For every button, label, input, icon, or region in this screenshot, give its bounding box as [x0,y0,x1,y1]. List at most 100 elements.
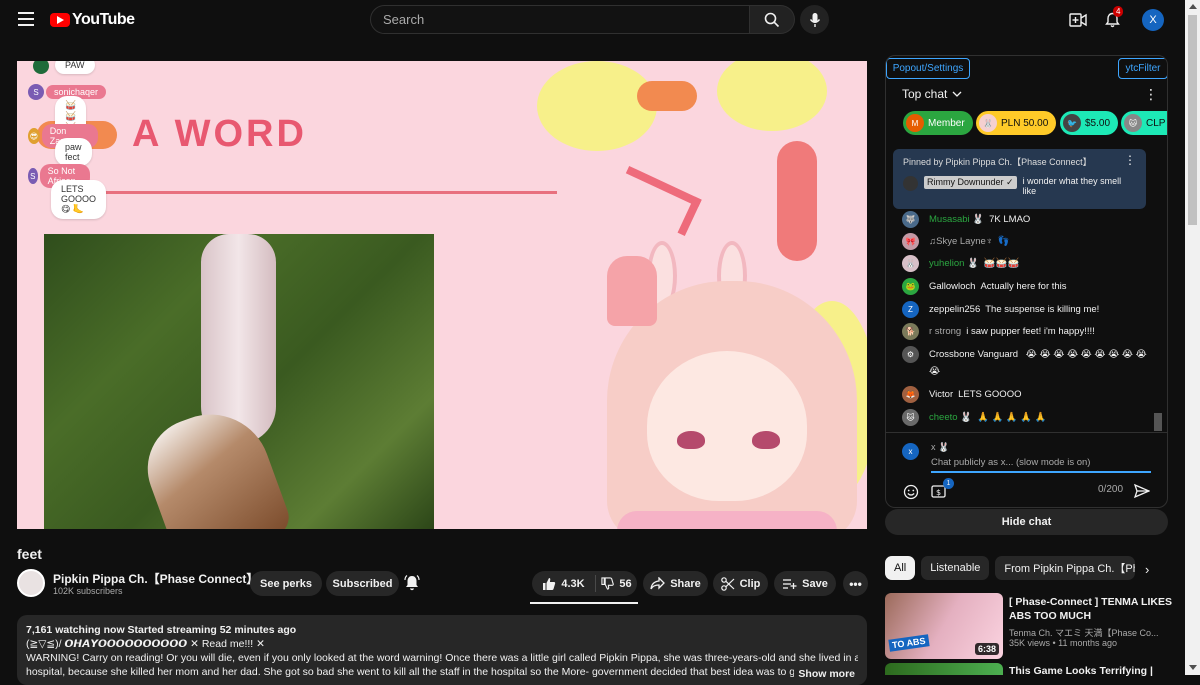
send-icon [1133,483,1151,499]
ticker-label: $5.00 [1085,117,1111,129]
thumbnail-text: TO ABS [888,634,930,652]
overlay-message: LETS GOOOO 😋 🦶 [51,180,106,219]
chat-message[interactable]: 🐸 Gallowloch Actually here for this [902,278,1152,295]
top-bar: YouTube Search 4 X [0,0,1185,40]
search-input[interactable]: Search [370,5,750,34]
channel-name[interactable]: Pipkin Pippa Ch.【Phase Connect】 [53,570,258,587]
dislike-button[interactable]: 56 [596,577,637,590]
chip-listenable[interactable]: Listenable [921,556,990,580]
chat-mode-label: Top chat [902,87,948,101]
ticker-item[interactable]: 🐰 PLN 50.00 [976,111,1057,135]
youtube-play-icon [50,13,70,27]
pinned-label: Pinned by Pipkin Pippa Ch.【Phase Connect… [903,157,1092,167]
pinned-avatar [903,176,918,191]
chat-avatar: Z [902,301,919,318]
subscriber-count: 102K subscribers [53,586,123,596]
video-thumbnail[interactable] [885,663,1003,675]
ticker-item[interactable]: 🐦 $5.00 [1060,111,1119,135]
chat-username: Crossbone Vanguard [929,349,1019,360]
video-title: [ Phase-Connect ] TENMA LIKES ABS TOO MU… [1009,596,1172,622]
ticker-item[interactable]: M Member [903,111,973,135]
ticker-item[interactable]: 🐱 CLP 2 [1121,111,1167,135]
pinned-message[interactable]: Pinned by Pipkin Pippa Ch.【Phase Connect… [893,149,1146,209]
chat-scroll-thumb[interactable] [1154,413,1162,431]
create-button[interactable] [1067,9,1089,31]
video-thumbnail[interactable]: TO ABS 6:38 [885,593,1003,659]
clip-label: Clip [739,577,761,590]
chat-menu-icon[interactable]: ⋮ [1144,86,1158,103]
chip-from-channel[interactable]: From Pipkin Pippa Ch.【Phas [995,556,1136,580]
page-scrollbar[interactable] [1185,0,1200,675]
popout-settings-button[interactable]: Popout/Settings [886,58,970,79]
emoji-button[interactable] [903,484,919,503]
chat-message[interactable]: 🐰 yuhelion 🐰 🥁🥁🥁 [902,255,1152,272]
chat-scrollbar[interactable] [1153,141,1163,431]
pinned-menu-icon[interactable]: ⋮ [1124,153,1136,167]
chat-username: cheeto 🐰 [929,412,972,423]
char-count: 0/200 [1098,484,1124,495]
chat-message[interactable]: 🎀 ♫Skye Layne♆ 👣 [902,233,1152,250]
chat-avatar: 🐺 [902,211,919,228]
chat-username: zeppelin256 [929,304,981,315]
ytcfilter-button[interactable]: ytcFilter [1118,58,1167,79]
chat-message[interactable]: ⚙ Crossbone Vanguard 😭 😭 😭 😭 😭 😭 😭 😭 😭 😭 [902,346,1152,380]
chat-text: Actually here for this [980,281,1067,292]
chat-username: r strong [929,326,962,337]
scroll-down-icon[interactable] [1189,665,1197,670]
subscribed-button[interactable]: Subscribed [326,571,399,596]
youtube-logo[interactable]: YouTube [50,11,135,29]
ticker-avatar: 🐱 [1124,114,1142,132]
channel-avatar[interactable] [17,569,45,597]
recommended-video[interactable]: TO ABS 6:38 [ Phase-Connect ] TENMA LIKE… [885,593,1175,663]
voice-search-button[interactable] [800,5,829,34]
see-perks-button[interactable]: See perks [250,571,322,596]
overlay-avatar: S [28,84,44,100]
clip-button[interactable]: Clip [713,571,768,596]
chevron-right-icon[interactable]: › [1145,562,1149,577]
chat-text: i saw pupper feet! i'm happy!!!! [966,326,1095,337]
hide-chat-button[interactable]: Hide chat [885,509,1168,535]
recommended-video[interactable]: This Game Looks Terrifying | [885,663,1175,677]
send-button[interactable] [1133,483,1151,502]
menu-icon[interactable] [18,12,34,26]
chat-avatar: 🐱 [902,409,919,426]
emoji-icon [903,484,919,500]
svg-text:$: $ [936,488,941,497]
share-icon [650,577,666,590]
ticker-label: CLP 2 [1146,117,1167,129]
chat-message[interactable]: 🐱 cheeto 🐰 🙏 🙏 🙏 🙏 🙏 [902,409,1152,426]
chat-text: 7K LMAO [989,214,1031,225]
video-player[interactable]: A WORD PAW S sonichaqer 🥁🥁🥁 😎 Don Zapate… [17,61,867,534]
notifications-button[interactable]: 4 [1101,6,1124,31]
chevron-down-icon [952,91,962,97]
chat-message[interactable]: 🦊 Victor LETS GOOOO [902,386,1152,403]
overlay-avatar: S [28,168,38,184]
chat-username: Musasabi 🐰 [929,214,985,225]
like-button[interactable]: 4.3K [532,575,596,592]
search-button[interactable] [750,5,795,34]
like-ratio-bar [530,602,638,604]
scroll-up-icon[interactable] [1189,4,1197,9]
more-actions-button[interactable]: ••• [843,571,868,596]
notification-bell-button[interactable] [403,574,421,595]
chat-message[interactable]: 🐺 Musasabi 🐰 7K LMAO [902,211,1152,228]
save-button[interactable]: Save [774,571,836,596]
chip-all[interactable]: All [885,556,916,580]
super-chat-button[interactable]: $ 1 [931,478,954,501]
description-line: WARNING! Carry on reading! Or you will d… [26,652,858,664]
chat-input[interactable]: Chat publicly as x... (slow mode is on) [931,457,1151,473]
chat-input-area: x x 🐰 Chat publicly as x... (slow mode i… [886,432,1167,507]
chat-message[interactable]: Z zeppelin256 The suspense is killing me… [902,301,1152,318]
show-more-link[interactable]: Show more [794,667,855,681]
more-horiz-icon: ••• [849,576,862,591]
decor-carrot [637,81,697,111]
live-chat-panel: Popout/Settings ytcFilter Top chat ⋮ M M… [885,55,1168,508]
chat-mode-dropdown[interactable]: Top chat [902,87,962,101]
scroll-thumb[interactable] [1188,15,1197,225]
video-meta: 35K views • 11 months ago [1009,638,1118,648]
bell-ringing-icon [404,575,420,591]
chat-message[interactable]: 🐕 r strong i saw pupper feet! i'm happy!… [902,323,1152,340]
share-button[interactable]: Share [643,571,708,596]
account-avatar[interactable]: X [1142,9,1164,31]
avatar-eye [677,431,705,449]
